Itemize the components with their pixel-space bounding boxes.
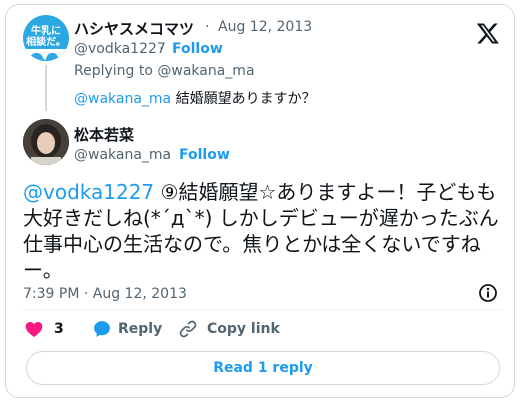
profile-photo [23, 119, 69, 165]
avatar-parent[interactable]: 牛乳に 相談だ。 [23, 15, 69, 61]
main-text-mention[interactable]: @vodka1227 [23, 180, 154, 204]
like-count[interactable]: 3 [54, 321, 64, 337]
reply-button[interactable]: Reply [118, 321, 162, 337]
link-icon[interactable] [178, 319, 198, 339]
milk-drip-icon [23, 49, 69, 60]
thread-line [45, 65, 47, 111]
avatar-parent-text-1: 牛乳に [31, 26, 61, 37]
main-dot: · [166, 147, 171, 163]
follow-main-button[interactable]: Follow [179, 147, 230, 163]
avatar-main[interactable] [23, 119, 69, 165]
parent-dot: · [205, 19, 210, 35]
parent-handle[interactable]: @vodka1227 [74, 41, 166, 57]
divider [22, 309, 502, 310]
tweet-timestamp[interactable]: 7:39 PM · Aug 12, 2013 [23, 286, 187, 302]
avatar-parent-text-2: 相談だ。 [26, 37, 66, 48]
parent-dot-2: · [159, 41, 164, 57]
main-handle[interactable]: @wakana_ma [74, 147, 171, 163]
copy-link-button[interactable]: Copy link [207, 321, 280, 337]
main-tweet-text: @vodka1227 ⑨結婚願望☆ありますよー！子どもも大好きだしね(*´д`*… [23, 179, 507, 283]
main-author-name[interactable]: 松本若菜 [74, 124, 134, 145]
heart-icon[interactable] [24, 319, 44, 339]
parent-tweet-text: @wakana_ma 結婚願望ありますか？ [74, 88, 316, 108]
tweet-card: 牛乳に 相談だ。 ハシヤスメコマツ · Aug 12, 2013 @vodka1… [5, 4, 515, 398]
replying-to: Replying to @wakana_ma [74, 63, 255, 79]
parent-text-mention[interactable]: @wakana_ma [74, 91, 171, 107]
parent-text-body: 結婚願望ありますか？ [171, 91, 316, 107]
follow-parent-button[interactable]: Follow [172, 41, 223, 57]
info-icon[interactable] [478, 283, 498, 303]
parent-author-name[interactable]: ハシヤスメコマツ [74, 18, 194, 39]
read-replies-button[interactable]: Read 1 reply [26, 351, 500, 385]
reply-bubble-icon[interactable] [92, 319, 112, 339]
x-logo-icon[interactable] [476, 21, 500, 45]
parent-date[interactable]: Aug 12, 2013 [218, 19, 312, 35]
